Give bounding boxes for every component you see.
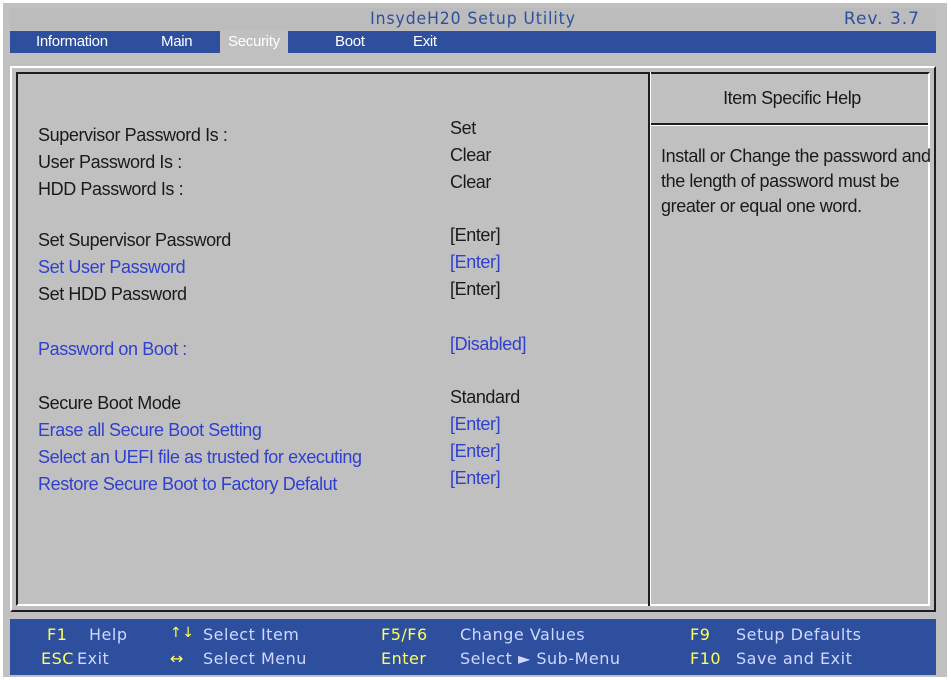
erase-secure-boot-label[interactable]: Erase all Secure Boot Setting xyxy=(38,420,262,441)
save-exit-desc: Save and Exit xyxy=(736,649,853,668)
f5-f6-key: F5/F6 xyxy=(381,625,428,644)
tab-main[interactable]: Main xyxy=(161,31,193,53)
revision-label: Rev. 3.7 xyxy=(843,9,920,29)
supervisor-password-status-label: Supervisor Password Is : xyxy=(38,125,228,145)
tab-security[interactable]: Security xyxy=(220,31,288,53)
help-title-separator-highlight xyxy=(651,125,928,126)
tab-exit[interactable]: Exit xyxy=(413,31,437,53)
f1-key: F1 xyxy=(47,625,68,644)
set-user-password-label[interactable]: Set User Password xyxy=(38,257,186,278)
arrow-up-down-icon: ↑↓ xyxy=(170,625,195,641)
supervisor-password-status-value: Set xyxy=(450,118,476,138)
enter-key: Enter xyxy=(381,649,427,668)
app-title: InsydeH20 Setup Utility xyxy=(370,9,576,29)
user-password-status-label: User Password Is : xyxy=(38,152,182,172)
erase-secure-boot-value[interactable]: [Enter] xyxy=(450,414,501,435)
restore-secure-boot-label[interactable]: Restore Secure Boot to Factory Defalut xyxy=(38,474,337,495)
change-values-desc: Change Values xyxy=(460,625,586,644)
arrow-left-right-icon: ↔ xyxy=(170,649,184,668)
set-supervisor-password-label: Set Supervisor Password xyxy=(38,230,231,250)
tab-information[interactable]: Information xyxy=(36,31,108,53)
select-item-desc: Select Item xyxy=(203,625,300,644)
set-hdd-password-label: Set HDD Password xyxy=(38,284,187,304)
title-bar: InsydeH20 Setup Utility Rev. 3.7 xyxy=(10,8,936,30)
help-divider-highlight xyxy=(650,72,651,606)
hdd-password-status-label: HDD Password Is : xyxy=(38,179,184,199)
restore-secure-boot-value[interactable]: [Enter] xyxy=(450,468,501,489)
help-text: Install or Change the password and the l… xyxy=(661,146,931,216)
menu-bar: Information Main Security Boot Exit xyxy=(10,31,936,53)
f1-desc: Help xyxy=(89,625,128,644)
hdd-password-status-value: Clear xyxy=(450,172,492,192)
secure-boot-mode-label: Secure Boot Mode xyxy=(38,393,181,413)
secure-boot-mode-value: Standard xyxy=(450,387,520,407)
esc-desc: Exit xyxy=(77,649,110,668)
user-password-status-value: Clear xyxy=(450,145,492,165)
select-uefi-file-value[interactable]: [Enter] xyxy=(450,441,501,462)
esc-key: ESC xyxy=(41,649,74,668)
tab-boot[interactable]: Boot xyxy=(335,31,365,53)
password-on-boot-label[interactable]: Password on Boot : xyxy=(38,339,187,360)
set-supervisor-password-value: [Enter] xyxy=(450,225,501,245)
select-menu-desc: Select Menu xyxy=(203,649,307,668)
setup-defaults-desc: Setup Defaults xyxy=(736,625,862,644)
password-on-boot-value[interactable]: [Disabled] xyxy=(450,334,526,355)
f10-key: F10 xyxy=(690,649,722,668)
set-user-password-value[interactable]: [Enter] xyxy=(450,252,501,273)
help-title: Item Specific Help xyxy=(723,88,861,108)
sub-menu-desc: Select ► Sub-Menu xyxy=(460,649,621,668)
select-uefi-file-label[interactable]: Select an UEFI file as trusted for execu… xyxy=(38,447,362,468)
f9-key: F9 xyxy=(690,625,711,644)
key-legend-footer: F1 Help ESC Exit ↑↓ Select Item ↔ Select… xyxy=(10,619,936,675)
set-hdd-password-value: [Enter] xyxy=(450,279,501,299)
